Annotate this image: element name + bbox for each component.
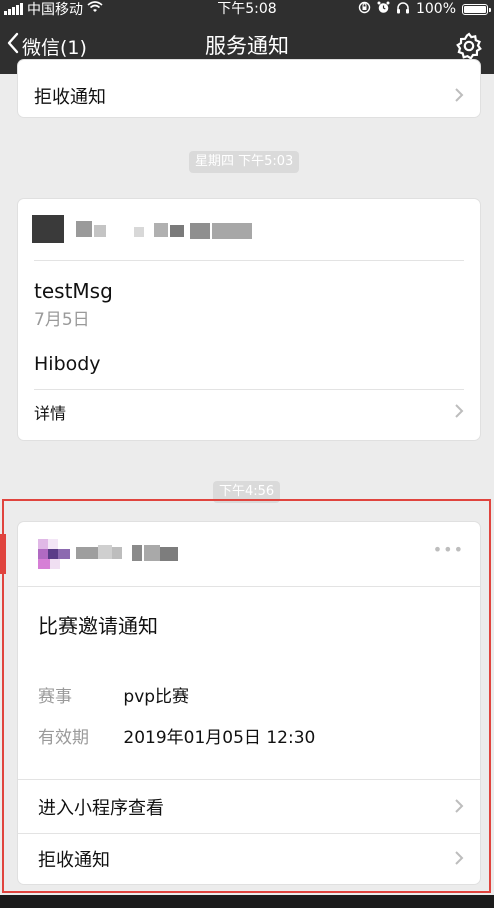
settings-gear-icon[interactable] — [454, 31, 484, 61]
alarm-icon — [377, 1, 390, 18]
message-date: 7月5日 — [34, 310, 90, 330]
status-bar: 中国移动 下午5:08 100% — [0, 0, 494, 18]
battery-icon — [462, 3, 491, 15]
sender-name-blurred — [76, 221, 256, 239]
message-body: Hibody — [34, 353, 101, 375]
previous-message-card: 拒收通知 — [18, 60, 480, 117]
details-link[interactable]: 详情 — [18, 390, 480, 434]
reject-notification-link[interactable]: 拒收通知 — [18, 74, 480, 117]
highlight-frame — [2, 499, 491, 893]
message-card-testmsg: testMsg 7月5日 Hibody 详情 — [18, 199, 480, 440]
message-title: testMsg — [34, 279, 113, 303]
highlight-marker — [0, 534, 6, 574]
sender-avatar-blurred — [32, 215, 64, 243]
details-label: 详情 — [34, 404, 67, 423]
bottom-bar — [0, 895, 494, 908]
rotation-lock-icon — [358, 1, 371, 18]
headphones-icon — [396, 1, 410, 18]
chevron-right-icon — [454, 400, 464, 424]
reject-notification-label: 拒收通知 — [34, 86, 106, 108]
chevron-right-icon — [454, 84, 464, 108]
card-divider — [34, 260, 464, 261]
battery-percent: 100% — [415, 1, 456, 17]
status-right: 100% — [358, 0, 491, 18]
message-timestamp: 星期四 下午5:03 — [189, 151, 300, 173]
